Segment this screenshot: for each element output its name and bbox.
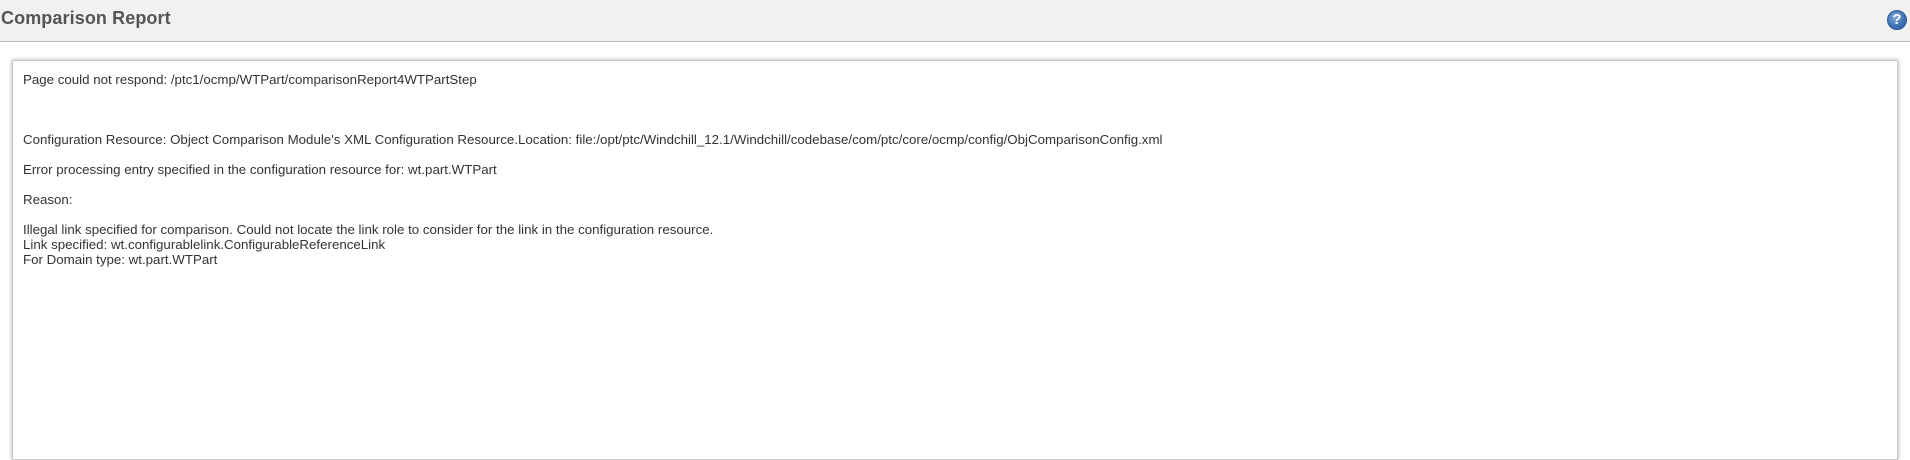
- page-title: Comparison Report: [1, 8, 171, 28]
- page-header: Comparison Report ?: [0, 0, 1910, 42]
- reason-line: Link specified: wt.configurablelink.Conf…: [23, 237, 386, 252]
- page-error-message: Page could not respond: /ptc1/ocmp/WTPar…: [23, 72, 477, 87]
- configuration-resource-text: Configuration Resource: Object Compariso…: [23, 132, 1163, 147]
- error-content: Page could not respond: /ptc1/ocmp/WTPar…: [23, 72, 1162, 267]
- reason-line: Illegal link specified for comparison. C…: [23, 222, 714, 237]
- processing-error-text: Error processing entry specified in the …: [23, 162, 497, 177]
- help-icon[interactable]: ?: [1887, 10, 1907, 30]
- error-panel: Page could not respond: /ptc1/ocmp/WTPar…: [12, 60, 1898, 460]
- reason-label: Reason:: [23, 192, 73, 207]
- reason-line: For Domain type: wt.part.WTPart: [23, 252, 218, 267]
